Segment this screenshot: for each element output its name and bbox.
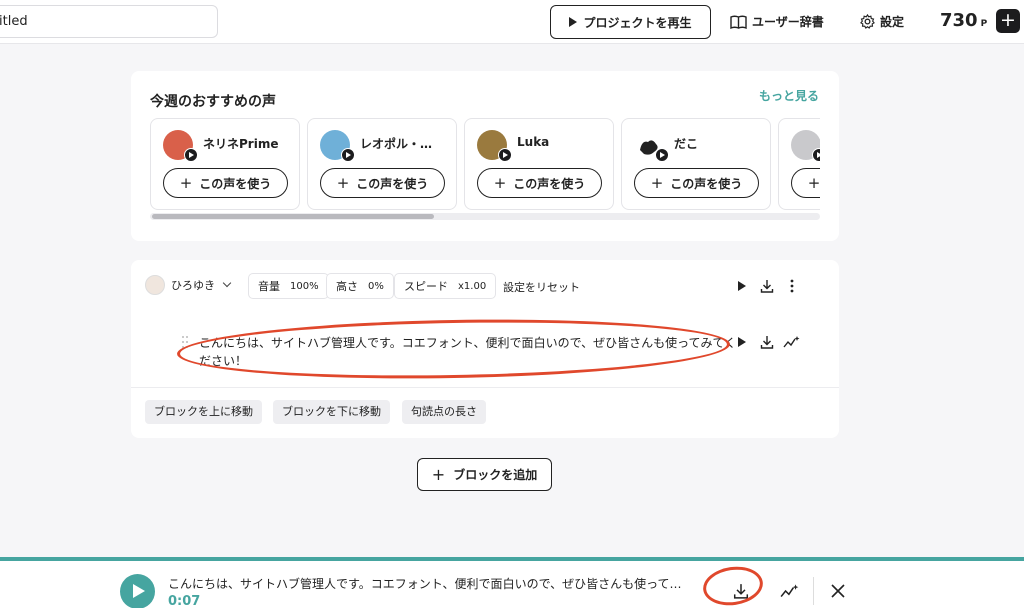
use-voice-button[interactable]: +この声を使う — [791, 168, 820, 198]
plus-icon: + — [179, 174, 193, 192]
chevron-down-icon — [222, 278, 232, 288]
project-title-input[interactable]: itled — [0, 5, 218, 38]
punctuation-length-button[interactable]: 句読点の長さ — [402, 400, 486, 424]
use-voice-label: この声を使う — [356, 176, 429, 191]
plus-icon: + — [336, 174, 350, 192]
voice-card[interactable]: だこ + この声を使う — [621, 118, 771, 210]
recommended-voices-card: 今週のおすすめの声 もっと見る ネリネPrime + この声を使う レオポル・… … — [131, 71, 839, 241]
gear-icon — [860, 14, 875, 29]
pitch-control[interactable]: 高さ 0% — [326, 273, 394, 299]
volume-label: 音量 — [258, 280, 280, 293]
play-block-button[interactable] — [732, 276, 752, 296]
add-icon-button[interactable]: + — [996, 9, 1020, 33]
speaker-avatar — [145, 275, 165, 295]
speed-label: スピード — [404, 280, 448, 293]
block-divider — [131, 387, 839, 388]
settings-label: 設定 — [880, 15, 905, 29]
use-voice-button[interactable]: + この声を使う — [477, 168, 602, 198]
pitch-value: 0% — [368, 280, 384, 292]
preview-play-icon[interactable] — [341, 148, 355, 162]
use-voice-label: この声を使う — [670, 176, 743, 191]
move-block-up-button[interactable]: ブロックを上に移動 — [145, 400, 262, 424]
voice-name: レオポル・… — [360, 137, 433, 151]
kebab-menu-icon — [790, 279, 794, 293]
book-icon — [730, 15, 747, 29]
preview-play-icon[interactable] — [184, 148, 198, 162]
user-dictionary-link[interactable]: ユーザー辞書 — [730, 13, 824, 30]
speaker-select[interactable]: ひろゆき — [145, 275, 232, 295]
speaker-name: ひろゆき — [171, 279, 215, 292]
voice-card[interactable]: Luka + この声を使う — [464, 118, 614, 210]
use-voice-button[interactable]: + この声を使う — [634, 168, 759, 198]
play-icon — [738, 337, 746, 347]
use-voice-label: この声を使う — [199, 176, 272, 191]
download-line-button[interactable] — [757, 332, 777, 352]
player-now-playing-text: こんにちは、サイトハブ管理人です。コエフォント、便利で面白いので、ぜひ皆さんも使… — [168, 577, 682, 591]
see-more-link[interactable]: もっと見る — [759, 87, 819, 104]
voice-name: Luka — [517, 135, 550, 149]
points-value: 730 — [940, 10, 978, 31]
speed-value: x1.00 — [458, 280, 487, 292]
settings-link[interactable]: 設定 — [860, 13, 904, 30]
preview-play-icon[interactable] — [812, 148, 820, 162]
player-close-button[interactable] — [828, 581, 848, 601]
move-block-down-button[interactable]: ブロックを下に移動 — [273, 400, 390, 424]
waveform-sparkle-icon — [783, 336, 800, 348]
play-project-label: プロジェクトを再生 — [583, 15, 692, 30]
play-project-button[interactable]: プロジェクトを再生 — [550, 5, 711, 39]
plus-icon: + — [431, 465, 446, 484]
plus-icon: + — [650, 174, 664, 192]
download-icon — [760, 280, 774, 293]
play-icon — [569, 17, 578, 27]
points-balance: 730 P — [940, 10, 987, 31]
download-block-button[interactable] — [757, 276, 777, 296]
preview-play-icon[interactable] — [498, 148, 512, 162]
waveform-sparkle-icon — [780, 584, 799, 598]
use-voice-button[interactable]: + この声を使う — [163, 168, 288, 198]
play-line-button[interactable] — [732, 332, 752, 352]
volume-value: 100% — [290, 280, 319, 292]
add-block-label: ブロックを追加 — [453, 468, 538, 482]
voice-card[interactable]: レオポル・… + この声を使う — [307, 118, 457, 210]
use-voice-label: この声を使う — [513, 176, 586, 191]
audio-player-bar: こんにちは、サイトハブ管理人です。コエフォント、便利で面白いので、ぜひ皆さんも使… — [0, 557, 1024, 608]
download-icon — [760, 336, 774, 349]
scrollbar-thumb[interactable] — [152, 214, 434, 219]
play-icon — [738, 281, 746, 291]
player-time: 0:07 — [168, 594, 201, 608]
voice-name: だこ — [674, 137, 699, 151]
more-options-button[interactable] — [782, 276, 802, 296]
voice-card[interactable]: ネリネPrime + この声を使う — [150, 118, 300, 210]
add-block-button[interactable]: + ブロックを追加 — [417, 458, 552, 491]
carousel-scrollbar[interactable] — [150, 213, 820, 220]
speed-control[interactable]: スピード x1.00 — [394, 273, 497, 299]
use-voice-button[interactable]: + この声を使う — [320, 168, 445, 198]
plus-icon: + — [807, 174, 820, 192]
plus-icon: + — [493, 174, 507, 192]
recommended-title: 今週のおすすめの声 — [150, 94, 276, 110]
player-divider — [813, 577, 814, 605]
player-waveform-button[interactable] — [780, 581, 800, 601]
volume-control[interactable]: 音量 100% — [248, 273, 329, 299]
voice-carousel: ネリネPrime + この声を使う レオポル・… + この声を使う Luka + この… — [150, 118, 820, 220]
player-play-button[interactable] — [120, 574, 155, 608]
preview-play-icon[interactable] — [655, 148, 669, 162]
voice-card[interactable]: +この声を使う — [778, 118, 820, 210]
waveform-edit-button[interactable] — [782, 332, 802, 352]
voice-name: ネリネPrime — [203, 137, 279, 151]
app-header: itled プロジェクトを再生 ユーザー辞書 設定 730 P + — [0, 0, 1024, 44]
points-unit: P — [980, 19, 988, 29]
user-dictionary-label: ユーザー辞書 — [752, 15, 824, 29]
pitch-label: 高さ — [336, 280, 358, 293]
close-icon — [831, 584, 845, 598]
reset-settings-button[interactable]: 設定をリセット — [503, 279, 580, 295]
